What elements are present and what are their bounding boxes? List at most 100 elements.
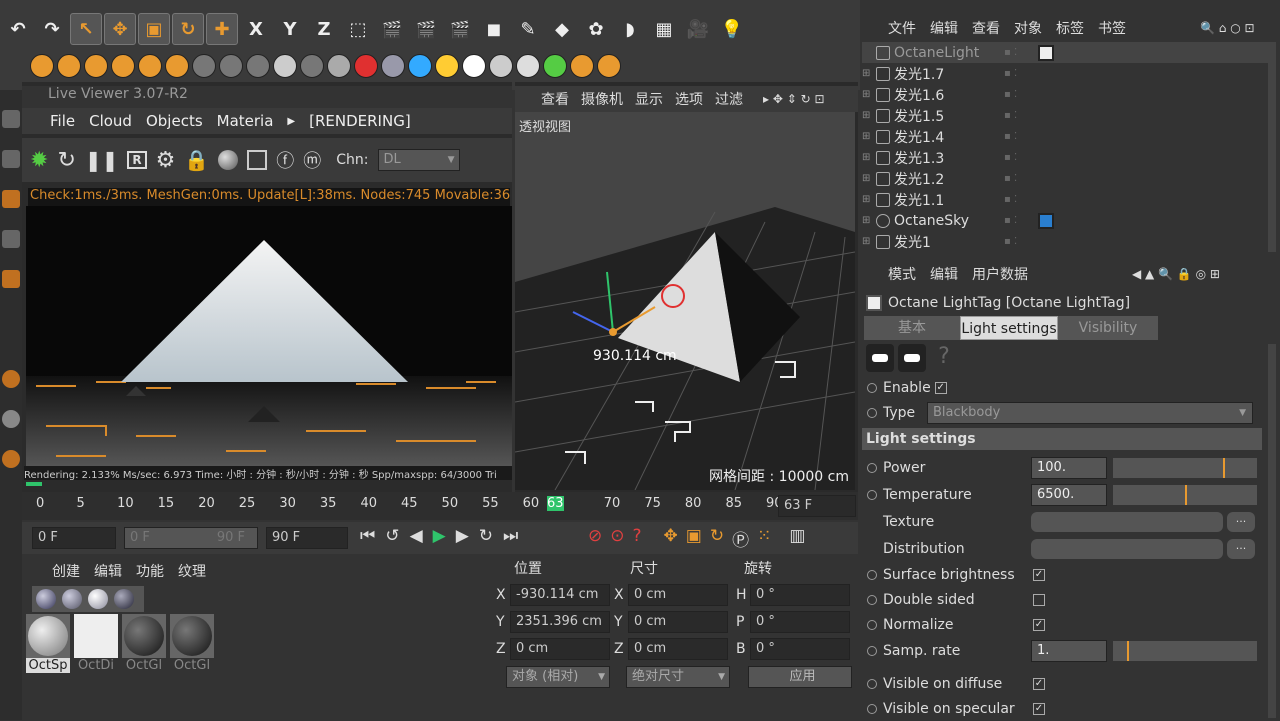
material-item[interactable]: OctSp [26,614,70,673]
render-mode-icon[interactable] [219,54,243,78]
attr-menu-mode[interactable]: 模式 [888,264,916,284]
pen-icon[interactable]: ✎ [512,13,544,45]
om-menu-edit[interactable]: 编辑 [930,18,958,38]
prev-key-icon[interactable]: ↺ [385,526,399,546]
lv-menu-objects[interactable]: Objects [146,112,203,130]
render-mode-icon[interactable] [30,54,54,78]
render-mode-icon[interactable] [138,54,162,78]
om-nav-icons[interactable]: 🔍 ⌂ ○ ⊡ [1200,21,1255,35]
object-row[interactable]: ⊞ OctaneSky ▪ ⁚ [862,210,1268,231]
sphere-filter-icon[interactable] [36,589,56,609]
visible-specular-checkbox[interactable]: ✓ [1033,702,1045,715]
power-slider[interactable] [1113,457,1257,478]
mat-menu-create[interactable]: 创建 [52,561,80,581]
undo-icon[interactable]: ↶ [2,13,34,45]
surface-anim-dot[interactable] [867,569,877,580]
next-key-icon[interactable]: ↻ [479,526,493,546]
edges-mode-icon[interactable] [2,230,20,248]
attribute-scrollbar[interactable] [1268,344,1276,718]
power-anim-dot[interactable] [867,462,877,473]
object-row[interactable]: ⊞ 发光1.7 ▪ ⁚ [862,63,1268,84]
lock-icon[interactable]: 🔒 [184,148,209,172]
vis-specular-anim-dot[interactable] [867,703,877,714]
sphere-filter-icon-4[interactable] [114,589,134,609]
type-anim-dot[interactable] [867,407,877,418]
polygons-mode-icon[interactable] [2,270,20,288]
pick-material-icon[interactable]: ⓜ [303,147,321,173]
timeline[interactable]: 0 5 10 15 20 25 30 35 40 45 50 55 60 63 70 75 80 85 90 63 … [22,492,858,520]
double-sided-checkbox[interactable] [1033,593,1045,606]
record-icon[interactable]: ⊘ [588,526,602,551]
object-row[interactable]: ⊞ 发光1.3 ▪ ⁚ [862,147,1268,168]
mat-menu-texture[interactable]: 纹理 [178,561,206,581]
samp-anim-dot[interactable] [867,645,877,656]
visibility-dots[interactable]: ▪ ⁚ [1004,110,1034,121]
expand-icon[interactable]: ⊞ [862,89,876,100]
size-mode-select[interactable]: 绝对尺寸 ▼ [626,666,730,688]
subdivision-icon[interactable]: ◆ [546,13,578,45]
distribution-browse-button[interactable]: ... [1227,538,1255,559]
viewport-nav-icons[interactable]: ▸ ✥ ⇕ ↻ ⊡ [763,92,825,106]
snap-icon[interactable] [2,370,20,388]
render-settings-icon[interactable]: 🎬 [444,13,476,45]
go-to-end-icon[interactable]: ⏭ [503,526,518,546]
vp-menu-view[interactable]: 查看 [541,89,569,109]
samp-rate-slider[interactable] [1113,640,1257,661]
sphere-filter-icon-2[interactable] [62,589,82,609]
distribution-link-field[interactable] [1031,538,1223,559]
lv-menu-cloud[interactable]: Cloud [89,112,132,130]
transform-icon[interactable]: ✚ [206,13,238,45]
select-icon[interactable]: ↖ [70,13,102,45]
vp-menu-filter[interactable]: 过滤 [715,89,743,109]
normalize-checkbox[interactable]: ✓ [1033,618,1045,631]
attr-menu-edit[interactable]: 编辑 [930,264,958,284]
position-y-field[interactable]: 2351.396 cm [510,611,610,633]
material-sphere-icon[interactable] [218,150,239,170]
object-row[interactable]: OctaneLight ▪ ⁚ [862,42,1268,63]
rotation-b-field[interactable]: 0 ° [750,638,850,660]
channel-select[interactable]: DL ▼ [377,149,460,171]
visibility-dots[interactable]: ▪ ⁚ [1004,68,1034,79]
render-picture-icon[interactable]: 🎬 [410,13,442,45]
magnet-icon[interactable] [2,450,20,468]
render-mode-icon[interactable] [408,54,432,78]
play-icon[interactable]: ▶ [433,526,446,546]
end-frame-field[interactable]: 90 F [266,527,348,549]
om-menu-tags[interactable]: 标签 [1056,18,1084,38]
timeline-window-icon[interactable]: ▥ [789,526,805,551]
render-mode-icon[interactable] [570,54,594,78]
key-position-icon[interactable]: ✥ [664,526,678,551]
double-anim-dot[interactable] [867,594,877,605]
keyframe-selection-icon[interactable]: ? [633,526,642,551]
points-mode-icon[interactable] [2,190,20,208]
object-row[interactable]: ⊞ 发光1.6 ▪ ⁚ [862,84,1268,105]
temperature-field[interactable]: 6500. [1031,483,1107,506]
object-row[interactable]: ⊞ 发光1.5 ▪ ⁚ [862,105,1268,126]
scale-icon[interactable]: ▣ [138,13,170,45]
om-menu-object[interactable]: 对象 [1014,18,1042,38]
render-mode-icon[interactable] [273,54,297,78]
floor-icon[interactable]: ▦ [648,13,680,45]
light-settings-section[interactable]: Light settings [862,428,1262,450]
light-icon[interactable]: 💡 [716,13,748,45]
texture-browse-button[interactable]: ... [1227,511,1255,532]
attr-menu-userdata[interactable]: 用户数据 [972,264,1028,284]
object-row[interactable]: ⊞ 发光1.4 ▪ ⁚ [862,126,1268,147]
material-item[interactable]: OctDi [74,614,118,673]
tab-light-settings[interactable]: Light settings [960,316,1058,340]
prev-frame-icon[interactable]: ◀ [410,526,423,546]
material-item[interactable]: OctGl [170,614,214,673]
render-mode-icon[interactable] [381,54,405,78]
enable-anim-dot[interactable] [867,382,877,393]
mode-icon[interactable] [2,110,20,128]
viewport-3d[interactable]: 透视视图 930.114 cm 网格间距 : 10000 cm [515,112,855,490]
current-frame-field[interactable]: 63 F [778,495,856,517]
vp-menu-display[interactable]: 显示 [635,89,663,109]
visibility-dots[interactable]: ▪ ⁚ [1004,194,1034,205]
next-frame-icon[interactable]: ▶ [456,526,469,546]
start-frame-field[interactable]: 0 F [32,527,116,549]
render-mode-icon[interactable] [543,54,567,78]
object-row[interactable]: ⊞ 发光1 ▪ ⁚ [862,231,1268,252]
timeline-ruler[interactable]: 0 5 10 15 20 25 30 35 40 45 50 55 60 63 70 75 80 85 90 [36,492,786,520]
material-item[interactable]: OctGl [122,614,166,673]
